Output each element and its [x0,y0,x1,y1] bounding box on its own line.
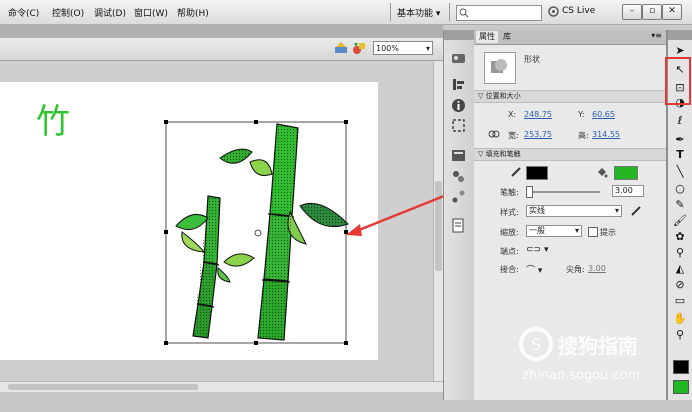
section-position-size[interactable]: ▽ 位置和大小 [474,90,666,103]
arrowhead-icon [346,224,362,236]
y-label: Y: [578,110,585,119]
selection-tool-icon[interactable]: ➤ [673,44,687,58]
color-swatches-icon[interactable] [451,51,466,66]
paint-bucket-tool-icon[interactable]: ◭ [673,262,687,276]
oval-tool-icon[interactable]: ○ [673,182,687,196]
cap-label: 端点: [500,247,519,256]
lasso-tool-icon[interactable]: ℓ [673,114,687,128]
pen-tool-icon[interactable]: ✒ [673,133,687,147]
eyedropper-tool-icon[interactable]: ⊘ [673,278,687,292]
shape-type-icon [491,59,507,73]
deco-tool-icon[interactable]: ✿ [673,230,687,244]
brush-tool-icon[interactable]: 🖌 [673,214,687,228]
edit-stroke-style-icon[interactable] [630,205,642,217]
x-value[interactable]: 248.75 [524,110,552,119]
stroke-slider-track[interactable] [526,191,600,193]
collapsed-panel-strip [443,30,475,400]
width-label: 宽: [508,131,519,140]
highlight-box [665,57,691,105]
pencil-tool-icon[interactable]: ✎ [673,198,687,212]
tab-properties[interactable]: 属性 [476,31,498,43]
stroke-label: 笔触: [500,188,519,197]
bone-tool-icon[interactable]: ⚲ [673,246,687,260]
line-tool-icon[interactable]: ╲ [673,165,687,179]
paint-bucket-icon [598,168,608,178]
height-label: 高: [578,131,589,140]
sogou-logo-icon: S [519,327,553,361]
zoom-tool-icon[interactable]: ⚲ [673,328,687,342]
stroke-slider-thumb[interactable] [526,186,533,198]
object-type-label: 形状 [524,55,540,64]
panel-tab-bar: 属性 库 ▾≡ [474,30,666,45]
motion-presets-icon[interactable] [451,189,466,204]
transform-panel-icon[interactable] [451,118,466,133]
tools-panel: ➤ ↖ ⊡ ◑ ℓ ✒ T ╲ ○ ✎ 🖌 ✿ ⚲ ◭ ⊘ ▭ ✋ ⚲ [665,30,692,400]
width-value[interactable]: 253.75 [524,130,552,139]
hint-label: 提示 [600,228,616,237]
components-panel-icon[interactable] [451,169,466,184]
scale-select[interactable]: 一般 ▾ [526,225,582,237]
style-label: 样式: [500,208,519,217]
join-type-select[interactable]: ⌒ ▾ [526,263,542,276]
info-panel-icon[interactable] [451,98,466,113]
style-select[interactable]: 实线 ▾ [526,205,622,217]
watermark-url: zhinan.sogou.com [522,368,641,383]
library-panel-icon[interactable] [451,148,466,163]
panel-menu-icon[interactable]: ▾≡ [651,31,662,40]
tools-header [668,30,692,40]
stroke-color-swatch[interactable] [526,166,548,180]
hand-tool-icon[interactable]: ✋ [673,312,687,326]
tool-fill-color-swatch[interactable] [673,380,689,394]
miter-label: 尖角: [566,265,585,274]
tool-stroke-color-swatch[interactable] [673,360,689,374]
scale-label: 缩放: [500,228,519,237]
svg-text:S: S [531,335,541,354]
stroke-width-field[interactable]: 3.00 [612,185,644,197]
cap-type-select[interactable]: ⊂⊃ ▾ [526,245,548,255]
lock-proportions-icon[interactable] [488,128,500,140]
shape-thumbnail [484,52,516,84]
text-tool-icon[interactable]: T [673,148,687,162]
watermark-brand: 搜狗指南 [558,334,638,358]
miter-value[interactable]: 3.00 [588,264,606,273]
history-panel-icon[interactable] [451,218,466,233]
section-fill-stroke[interactable]: ▽ 填充和笔触 [474,148,666,161]
properties-panel: 属性 库 ▾≡ 形状 ▽ 位置和大小 X: 248.75 Y: 60.65 宽:… [474,30,667,400]
hint-checkbox[interactable] [588,227,598,237]
y-value[interactable]: 60.65 [592,110,615,119]
strip-header [444,30,474,40]
tab-library[interactable]: 库 [500,31,514,43]
eraser-tool-icon[interactable]: ▭ [673,294,687,308]
align-panel-icon[interactable] [451,77,466,92]
arrow-to-shape [353,194,445,234]
x-label: X: [508,110,517,119]
fill-color-swatch[interactable] [614,166,638,180]
pencil-stroke-icon [511,167,521,177]
height-value[interactable]: 314.55 [592,130,620,139]
join-label: 接合: [500,265,519,274]
